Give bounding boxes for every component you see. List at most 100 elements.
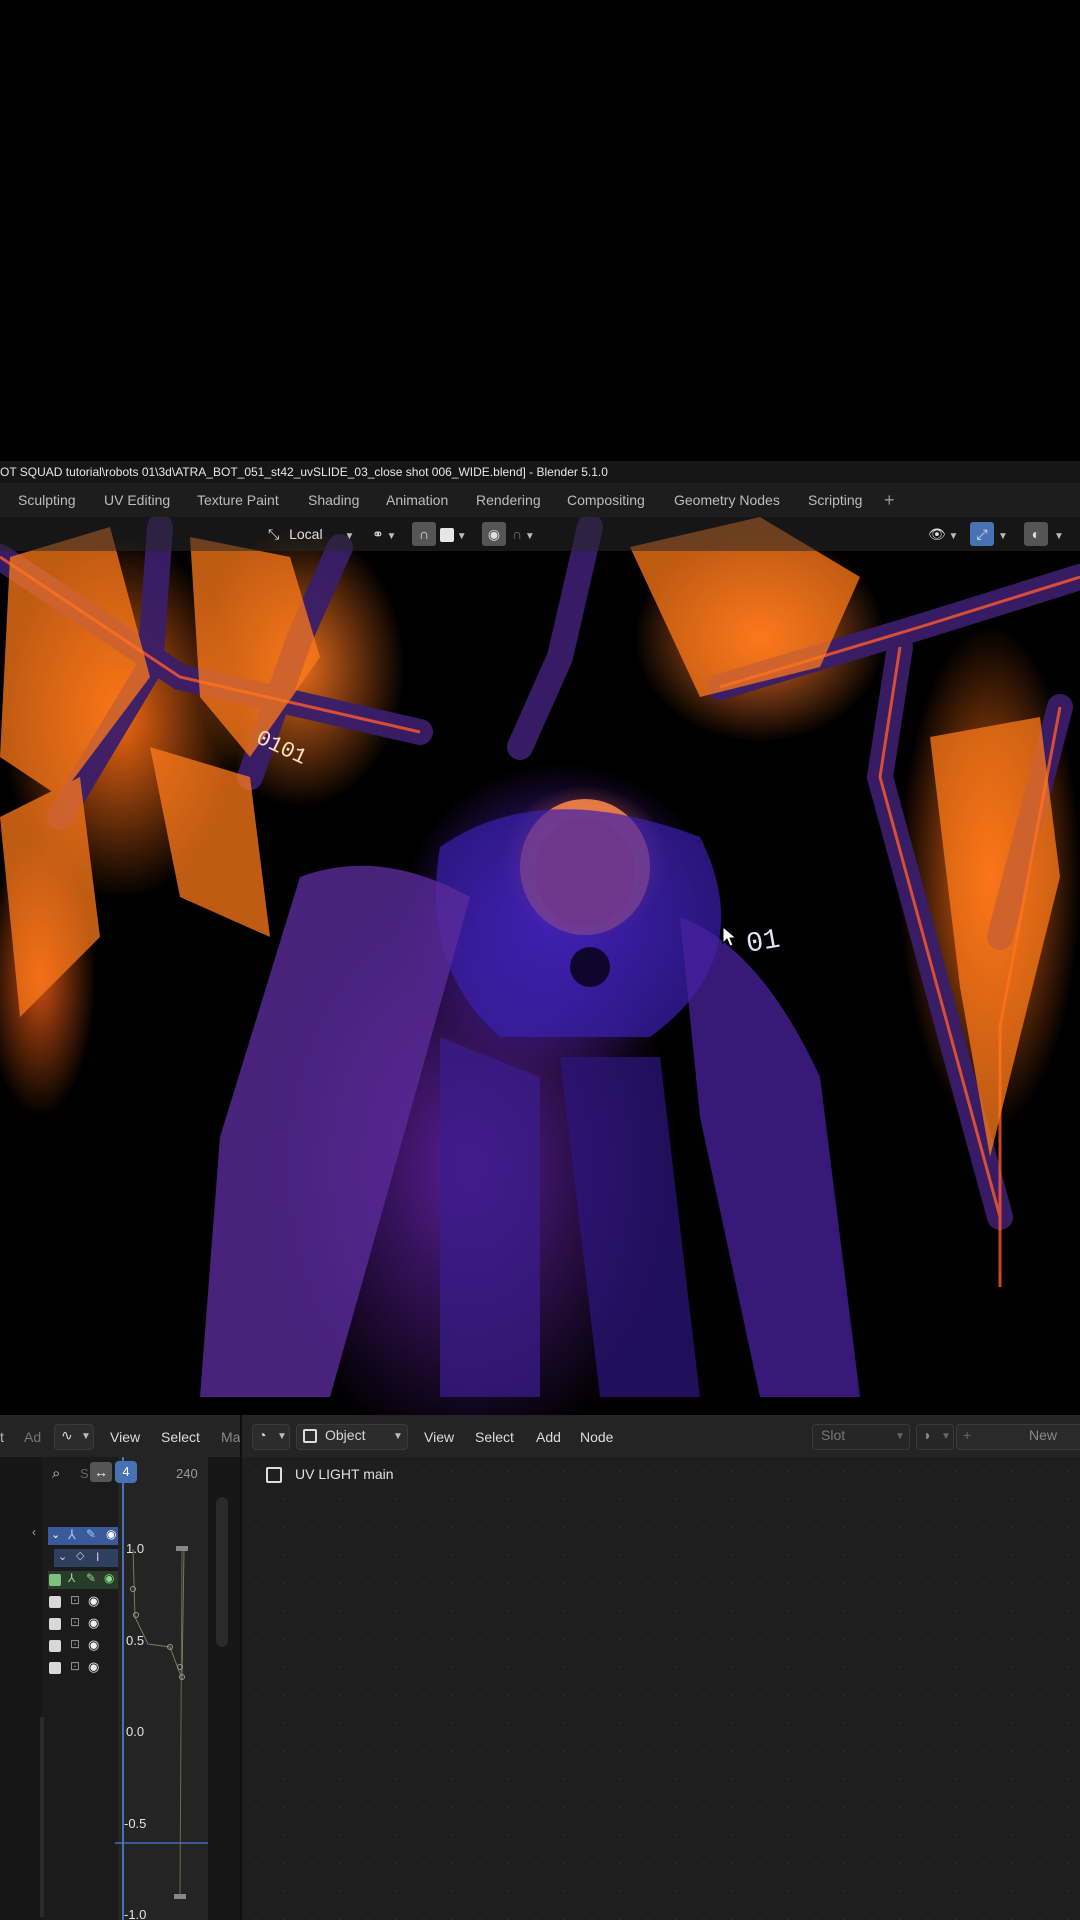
link-icon: ⚭ <box>372 526 384 542</box>
channel-row-action[interactable]: ⌄ ◇ I <box>54 1549 118 1567</box>
material-sphere-icon: ◑ <box>922 1427 931 1443</box>
search-icon[interactable]: ⌕ <box>52 1465 60 1482</box>
transform-orientation-dropdown[interactable]: ⤡ Local ▼ <box>268 522 354 546</box>
square-icon <box>440 528 454 543</box>
eye-icon[interactable]: ◉ <box>106 1527 116 1541</box>
falloff-dropdown[interactable]: ∩ ▼ <box>512 522 535 546</box>
slot-label: Slot <box>821 1427 846 1443</box>
checkbox-icon[interactable] <box>49 1618 61 1630</box>
channel-row-5[interactable]: ⊡ ◉ <box>48 1659 118 1677</box>
lock-icon[interactable]: ⊡ <box>70 1637 80 1651</box>
node-menu-node[interactable]: Node <box>580 1426 613 1448</box>
eye-icon: 👁 <box>928 526 946 542</box>
channel-row-3[interactable]: ⊡ ◉ <box>48 1615 118 1633</box>
action-icon: ◇ <box>76 1550 85 1562</box>
chevron-down-icon: ▼ <box>1054 531 1064 542</box>
y-tick-label: 0.5 <box>126 1633 145 1648</box>
collapse-left-icon[interactable]: ‹ <box>32 1525 36 1539</box>
node-editor-canvas[interactable]: UV LIGHT main <box>242 1457 1080 1920</box>
checkbox-icon[interactable] <box>49 1574 61 1586</box>
pivot-point-dropdown[interactable]: ⚭ ▼ <box>372 522 396 546</box>
gizmo-toggle[interactable]: ⤢ <box>970 522 994 546</box>
new-material-button[interactable]: + New <box>956 1424 1080 1450</box>
tab-shading[interactable]: Shading <box>308 483 359 517</box>
checkbox-icon[interactable] <box>49 1596 61 1608</box>
eye-icon[interactable]: ◉ <box>88 1659 99 1675</box>
clipped-menu-1[interactable]: t <box>0 1426 4 1448</box>
armature-icon: ⅄ <box>68 1571 76 1585</box>
channel-row-4[interactable]: ⊡ ◉ <box>48 1637 118 1655</box>
checkbox-icon[interactable] <box>49 1662 61 1674</box>
mouse-cursor-icon <box>722 926 738 947</box>
chevron-down-icon: ⌄ <box>58 1551 68 1563</box>
tab-sculpting[interactable]: Sculpting <box>18 483 76 517</box>
orientation-icon: ⤡ <box>268 526 280 542</box>
overlays-toggle[interactable]: ◐ <box>1024 522 1048 546</box>
eye-icon[interactable]: ◉ <box>88 1637 99 1653</box>
orientation-label: Local <box>289 526 323 542</box>
node-menu-view[interactable]: View <box>424 1426 454 1448</box>
viewport-header: ⤡ Local ▼ ⚭ ▼ ∩ ▼ ◉ ∩ ▼ 👁 ▼ ⤢ ▼ ◐ ▼ <box>0 517 1080 551</box>
graph-menu-clipped[interactable]: Ma <box>221 1426 240 1448</box>
3d-viewport[interactable]: 0101 01 ⤡ Local ▼ ⚭ ▼ ∩ ▼ ◉ ∩ ▼ 👁 ▼ ⤢ ▼ … <box>0 517 1080 1415</box>
current-frame-indicator[interactable]: 4 <box>115 1461 137 1483</box>
tab-texture-paint[interactable]: Texture Paint <box>197 483 279 517</box>
proportional-icon: ◉ <box>487 526 501 542</box>
pin-icon[interactable]: ✎ <box>86 1527 96 1541</box>
channel-label: I <box>96 1550 100 1564</box>
chevron-down-icon: ▼ <box>277 1431 287 1442</box>
proportional-edit-toggle[interactable]: ◉ <box>482 522 506 546</box>
channel-search-input[interactable]: S <box>80 1466 89 1481</box>
window-title: OT SQUAD tutorial\robots 01\3d\ATRA_BOT_… <box>0 465 608 479</box>
armature-icon: ⅄ <box>68 1527 76 1542</box>
graph-editor[interactable]: ⌕ S ↔ 4 240 ‹ › ⌄ ⅄ ✎ ◉ ⌄ ◇ I ⅄ ✎ ◉ ⊡ ◉ <box>0 1457 240 1920</box>
tab-geometry-nodes[interactable]: Geometry Nodes <box>674 483 780 517</box>
shoulder-decal-text: 01 <box>744 924 782 960</box>
checkbox-icon[interactable] <box>49 1640 61 1652</box>
overlays-dropdown[interactable]: ▼ <box>1054 522 1064 546</box>
slot-dropdown[interactable]: Slot ▼ <box>812 1424 910 1450</box>
editor-type-dropdown[interactable]: ◔ ▼ <box>252 1424 290 1450</box>
tab-scripting[interactable]: Scripting <box>808 483 862 517</box>
tab-animation[interactable]: Animation <box>386 483 448 517</box>
window-titlebar: OT SQUAD tutorial\robots 01\3d\ATRA_BOT_… <box>0 461 1080 483</box>
graph-menu-view[interactable]: View <box>110 1426 140 1448</box>
material-browse-dropdown[interactable]: ◑ ▼ <box>916 1424 954 1450</box>
new-label: New <box>1029 1427 1058 1443</box>
node-menu-select[interactable]: Select <box>475 1426 514 1448</box>
eye-icon[interactable]: ◉ <box>88 1593 99 1609</box>
lock-icon[interactable]: ⊡ <box>70 1615 80 1629</box>
channel-row-2[interactable]: ⊡ ◉ <box>48 1593 118 1611</box>
eye-icon[interactable]: ◉ <box>104 1571 114 1585</box>
chevron-down-icon: ▼ <box>895 1431 905 1442</box>
snap-toggle[interactable]: ∩ <box>412 522 436 546</box>
workspace-tabs: Sculpting UV Editing Texture Paint Shadi… <box>0 483 1080 517</box>
visibility-dropdown[interactable]: 👁 ▼ <box>928 522 958 546</box>
render-view: 0101 01 <box>0 517 1080 1397</box>
graph-curve-icon: ∿ <box>61 1427 73 1443</box>
editor-type-dropdown[interactable]: ∿ ▼ <box>54 1424 94 1450</box>
chevron-down-icon: ▼ <box>393 1431 403 1442</box>
tab-uv-editing[interactable]: UV Editing <box>104 483 170 517</box>
snap-target-dropdown[interactable]: ▼ <box>440 522 467 546</box>
object-mode-dropdown[interactable]: Object ▼ <box>296 1424 408 1450</box>
lock-icon[interactable]: ⊡ <box>70 1593 80 1607</box>
gizmo-icon: ⤢ <box>976 526 988 542</box>
pin-icon[interactable]: ✎ <box>86 1571 96 1585</box>
plus-icon: + <box>963 1427 972 1443</box>
lock-icon[interactable]: ⊡ <box>70 1659 80 1673</box>
graph-canvas <box>0 1457 240 1920</box>
eye-icon[interactable]: ◉ <box>88 1615 99 1631</box>
clipped-menu-2[interactable]: Ad <box>24 1426 41 1448</box>
chevron-down-icon: ▼ <box>941 1431 951 1442</box>
horizontal-arrows-icon[interactable]: ↔ <box>90 1462 112 1482</box>
channel-row-object[interactable]: ⌄ ⅄ ✎ ◉ <box>48 1527 118 1545</box>
tab-rendering[interactable]: Rendering <box>476 483 541 517</box>
tab-compositing[interactable]: Compositing <box>567 483 645 517</box>
add-workspace-button[interactable]: + <box>884 483 895 517</box>
chevron-down-icon: ▼ <box>945 531 959 542</box>
graph-menu-select[interactable]: Select <box>161 1426 200 1448</box>
channel-row-1[interactable]: ⅄ ✎ ◉ <box>48 1571 118 1589</box>
node-menu-add[interactable]: Add <box>536 1426 561 1448</box>
gizmo-dropdown[interactable]: ▼ <box>998 522 1008 546</box>
